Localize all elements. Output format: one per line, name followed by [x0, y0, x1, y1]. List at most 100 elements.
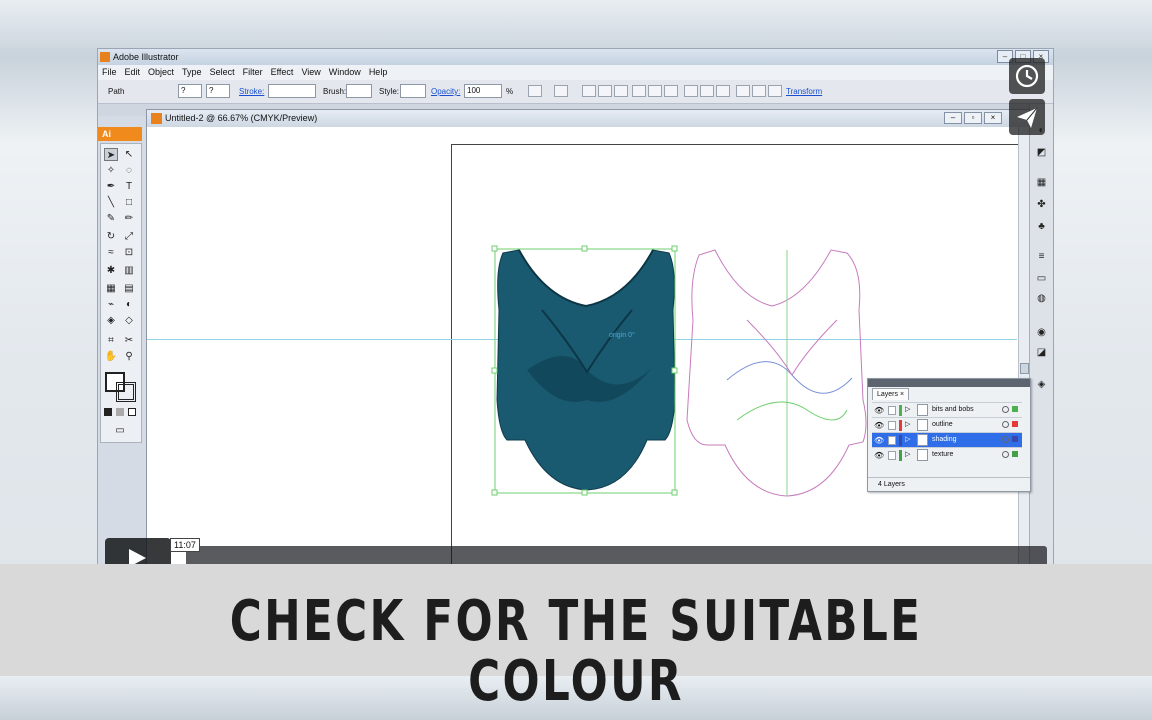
gradient-panel-icon[interactable]: ▭ [1034, 272, 1049, 285]
free-transform-tool-icon[interactable]: ⊡ [122, 246, 136, 259]
distribute-top-icon[interactable] [684, 85, 698, 97]
selection-square[interactable] [1012, 451, 1018, 457]
symbols-panel-icon[interactable]: ♣ [1034, 220, 1049, 233]
brushes-panel-icon[interactable]: ✤ [1034, 198, 1049, 211]
selection-tool-icon[interactable]: ➤ [104, 148, 118, 161]
bbox-handle[interactable] [491, 367, 498, 374]
watch-later-button[interactable] [1009, 58, 1045, 94]
expand-triangle-icon[interactable]: ▷ [905, 435, 910, 443]
layer-row[interactable]: 👁 ▷ texture [872, 447, 1022, 462]
graphic-styles-icon[interactable]: ◪ [1034, 346, 1049, 359]
expand-triangle-icon[interactable]: ▷ [905, 420, 910, 428]
layers-panel-icon[interactable]: ◈ [1034, 378, 1049, 391]
slice-tool-icon[interactable]: ⌗ [104, 334, 118, 347]
opacity-label[interactable]: Opacity: [431, 87, 460, 96]
menu-type[interactable]: Type [178, 65, 206, 80]
distribute-center-icon[interactable] [752, 85, 766, 97]
bbox-handle[interactable] [671, 489, 678, 496]
lasso-tool-icon[interactable]: ◌ [122, 164, 136, 177]
rectangle-tool-icon[interactable]: □ [122, 196, 136, 209]
stroke-label[interactable]: Stroke: [239, 87, 264, 96]
pen-tool-icon[interactable]: ✒ [104, 180, 118, 193]
symbol-sprayer-tool-icon[interactable]: ✱ [104, 264, 118, 277]
menu-effect[interactable]: Effect [267, 65, 298, 80]
target-circle-icon[interactable] [1002, 421, 1009, 428]
bbox-handle[interactable] [491, 489, 498, 496]
selection-square[interactable] [1012, 436, 1018, 442]
live-paint-bucket-tool-icon[interactable]: ◈ [104, 314, 118, 327]
layers-tab[interactable]: Layers × [872, 388, 910, 400]
eyedropper-tool-icon[interactable]: ⌁ [104, 298, 118, 311]
selection-square[interactable] [1012, 421, 1018, 427]
scissors-tool-icon[interactable]: ✂ [122, 334, 136, 347]
direct-selection-tool-icon[interactable]: ↖ [122, 148, 136, 161]
swatch-grid-icon[interactable]: ▦ [1034, 176, 1049, 189]
screen-mode-icon[interactable]: ▭ [113, 424, 127, 437]
transparency-panel-icon[interactable]: ◍ [1034, 292, 1049, 305]
mesh-tool-icon[interactable]: ▦ [104, 282, 118, 295]
appearance-panel-icon[interactable]: ◉ [1034, 326, 1049, 339]
share-button[interactable] [1009, 99, 1045, 135]
swatches-panel-icon[interactable]: ◩ [1034, 146, 1049, 159]
lock-toggle[interactable] [888, 436, 896, 445]
hand-tool-icon[interactable]: ✋ [104, 350, 118, 363]
menu-view[interactable]: View [297, 65, 324, 80]
layer-row[interactable]: 👁 ▷ bits and bobs [872, 402, 1022, 417]
selection-square[interactable] [1012, 406, 1018, 412]
line-tool-icon[interactable]: ╲ [104, 196, 118, 209]
menu-filter[interactable]: Filter [239, 65, 267, 80]
stroke-swatch[interactable]: ? [206, 84, 230, 98]
menu-window[interactable]: Window [325, 65, 365, 80]
stroke-color-icon[interactable] [116, 382, 136, 402]
stroke-weight-field[interactable] [268, 84, 316, 98]
menu-help[interactable]: Help [365, 65, 392, 80]
column-graph-tool-icon[interactable]: ▥ [122, 264, 136, 277]
menu-file[interactable]: File [98, 65, 121, 80]
scale-tool-icon[interactable]: ⤢ [122, 230, 136, 243]
layer-row[interactable]: 👁 ▷ shading [872, 432, 1022, 447]
bbox-handle[interactable] [581, 245, 588, 252]
align-middle-icon[interactable] [648, 85, 662, 97]
layer-row[interactable]: 👁 ▷ outline [872, 417, 1022, 432]
brush-dropdown[interactable] [346, 84, 372, 98]
bbox-handle[interactable] [491, 245, 498, 252]
visibility-eye-icon[interactable]: 👁 [874, 436, 884, 445]
menu-select[interactable]: Select [206, 65, 239, 80]
style-dropdown[interactable] [400, 84, 426, 98]
color-mode-icon[interactable] [104, 408, 112, 416]
target-circle-icon[interactable] [1002, 436, 1009, 443]
expand-triangle-icon[interactable]: ▷ [905, 450, 910, 458]
layers-panel-header[interactable] [868, 379, 1030, 387]
visibility-eye-icon[interactable]: 👁 [874, 451, 884, 460]
stroke-panel-icon[interactable]: ≡ [1034, 250, 1049, 263]
magic-wand-tool-icon[interactable]: ✧ [104, 164, 118, 177]
target-circle-icon[interactable] [1002, 451, 1009, 458]
expand-triangle-icon[interactable]: ▷ [905, 405, 910, 413]
paintbrush-tool-icon[interactable]: ✎ [104, 212, 118, 225]
zoom-tool-icon[interactable]: ⚲ [122, 350, 136, 363]
lock-toggle[interactable] [888, 421, 896, 430]
gradient-tool-icon[interactable]: ▤ [122, 282, 136, 295]
none-mode-icon[interactable] [128, 408, 136, 416]
lock-toggle[interactable] [888, 406, 896, 415]
rotate-tool-icon[interactable]: ↻ [104, 230, 118, 243]
blend-tool-icon[interactable]: ◐ [122, 298, 136, 311]
warp-tool-icon[interactable]: ≈ [104, 246, 118, 259]
gradient-mode-icon[interactable] [116, 408, 124, 416]
pencil-tool-icon[interactable]: ✏ [122, 212, 136, 225]
align-to-icon[interactable] [554, 85, 568, 97]
lock-toggle[interactable] [888, 451, 896, 460]
distribute-middle-icon[interactable] [700, 85, 714, 97]
recolor-icon[interactable] [528, 85, 542, 97]
distribute-bottom-icon[interactable] [716, 85, 730, 97]
menu-edit[interactable]: Edit [121, 65, 145, 80]
live-paint-selection-tool-icon[interactable]: ◇ [122, 314, 136, 327]
outline-garment[interactable] [686, 249, 867, 497]
bbox-handle[interactable] [671, 367, 678, 374]
visibility-eye-icon[interactable]: 👁 [874, 406, 884, 415]
align-bottom-icon[interactable] [664, 85, 678, 97]
distribute-left-icon[interactable] [736, 85, 750, 97]
bbox-handle[interactable] [671, 245, 678, 252]
menu-object[interactable]: Object [144, 65, 178, 80]
transform-link[interactable]: Transform [786, 87, 822, 96]
